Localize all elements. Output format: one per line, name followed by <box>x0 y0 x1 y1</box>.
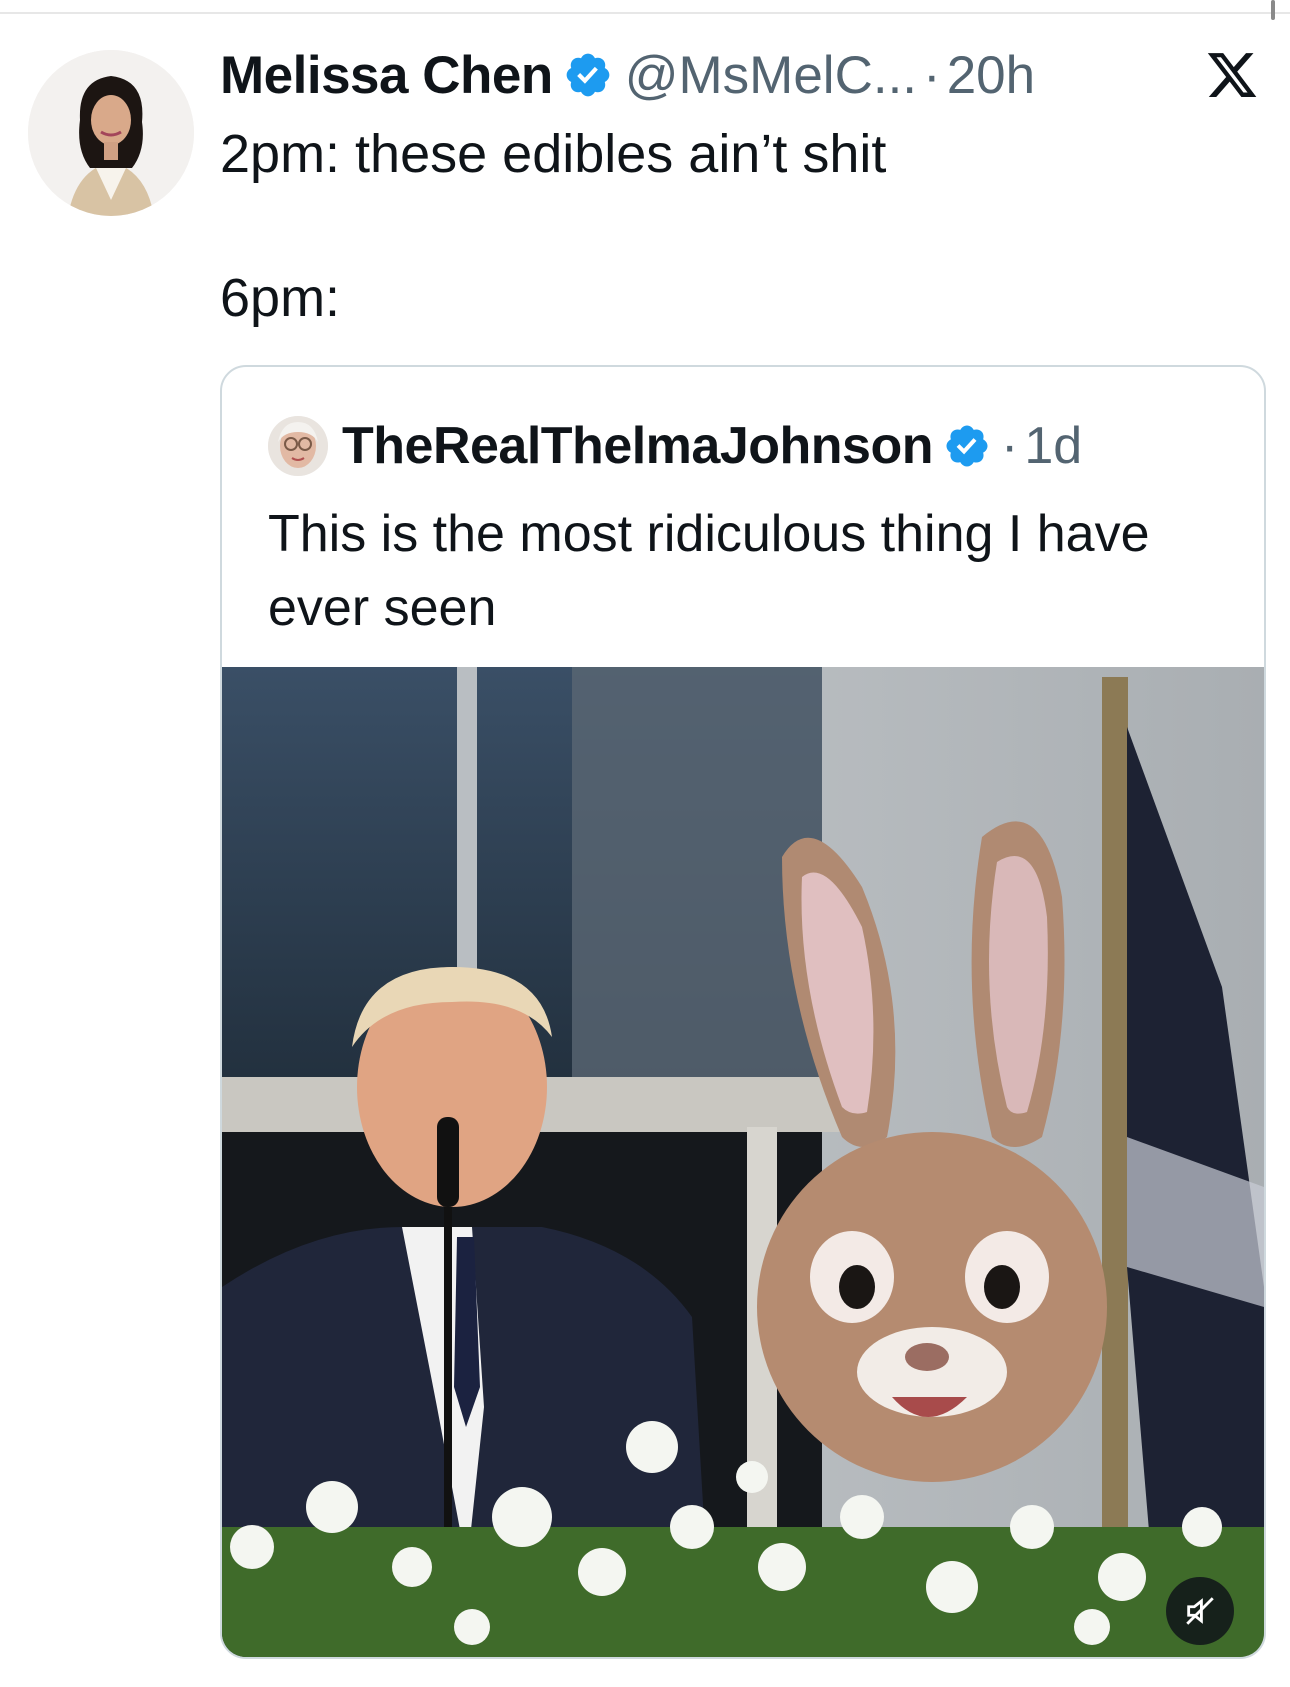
verified-badge-icon <box>943 422 991 470</box>
quoted-tweet-text: This is the most ridiculous thing I have… <box>268 505 1150 637</box>
quoted-author-name[interactable]: TheRealThelmaJohnson <box>342 416 934 476</box>
tweet-text: 2pm: these edibles ain’t shit 6pm: <box>220 124 887 328</box>
author-handle[interactable]: @MsMelC... <box>625 45 917 106</box>
separator-dot: · <box>923 45 941 105</box>
verified-badge-icon <box>563 50 613 100</box>
quoted-tweet-timestamp[interactable]: 1d <box>1024 416 1082 476</box>
quoted-separator-dot: · <box>1001 417 1019 475</box>
tweet-timestamp[interactable]: 20h <box>947 45 1035 106</box>
x-logo-icon <box>1205 48 1259 102</box>
quoted-tweet-header: TheRealThelmaJohnson · 1d <box>268 411 1082 481</box>
quoted-tweet-card[interactable]: TheRealThelmaJohnson · 1d This is the mo… <box>220 365 1266 1659</box>
author-avatar[interactable] <box>28 50 194 216</box>
top-divider <box>0 12 1290 14</box>
quoted-author-avatar[interactable] <box>268 416 328 476</box>
scrollbar[interactable] <box>1271 0 1275 20</box>
video-thumbnail[interactable] <box>222 667 1264 1657</box>
muted-speaker-icon[interactable] <box>1166 1577 1234 1645</box>
author-name[interactable]: Melissa Chen <box>220 45 553 106</box>
tweet-header: Melissa Chen @MsMelC... · 20h <box>220 40 1035 110</box>
